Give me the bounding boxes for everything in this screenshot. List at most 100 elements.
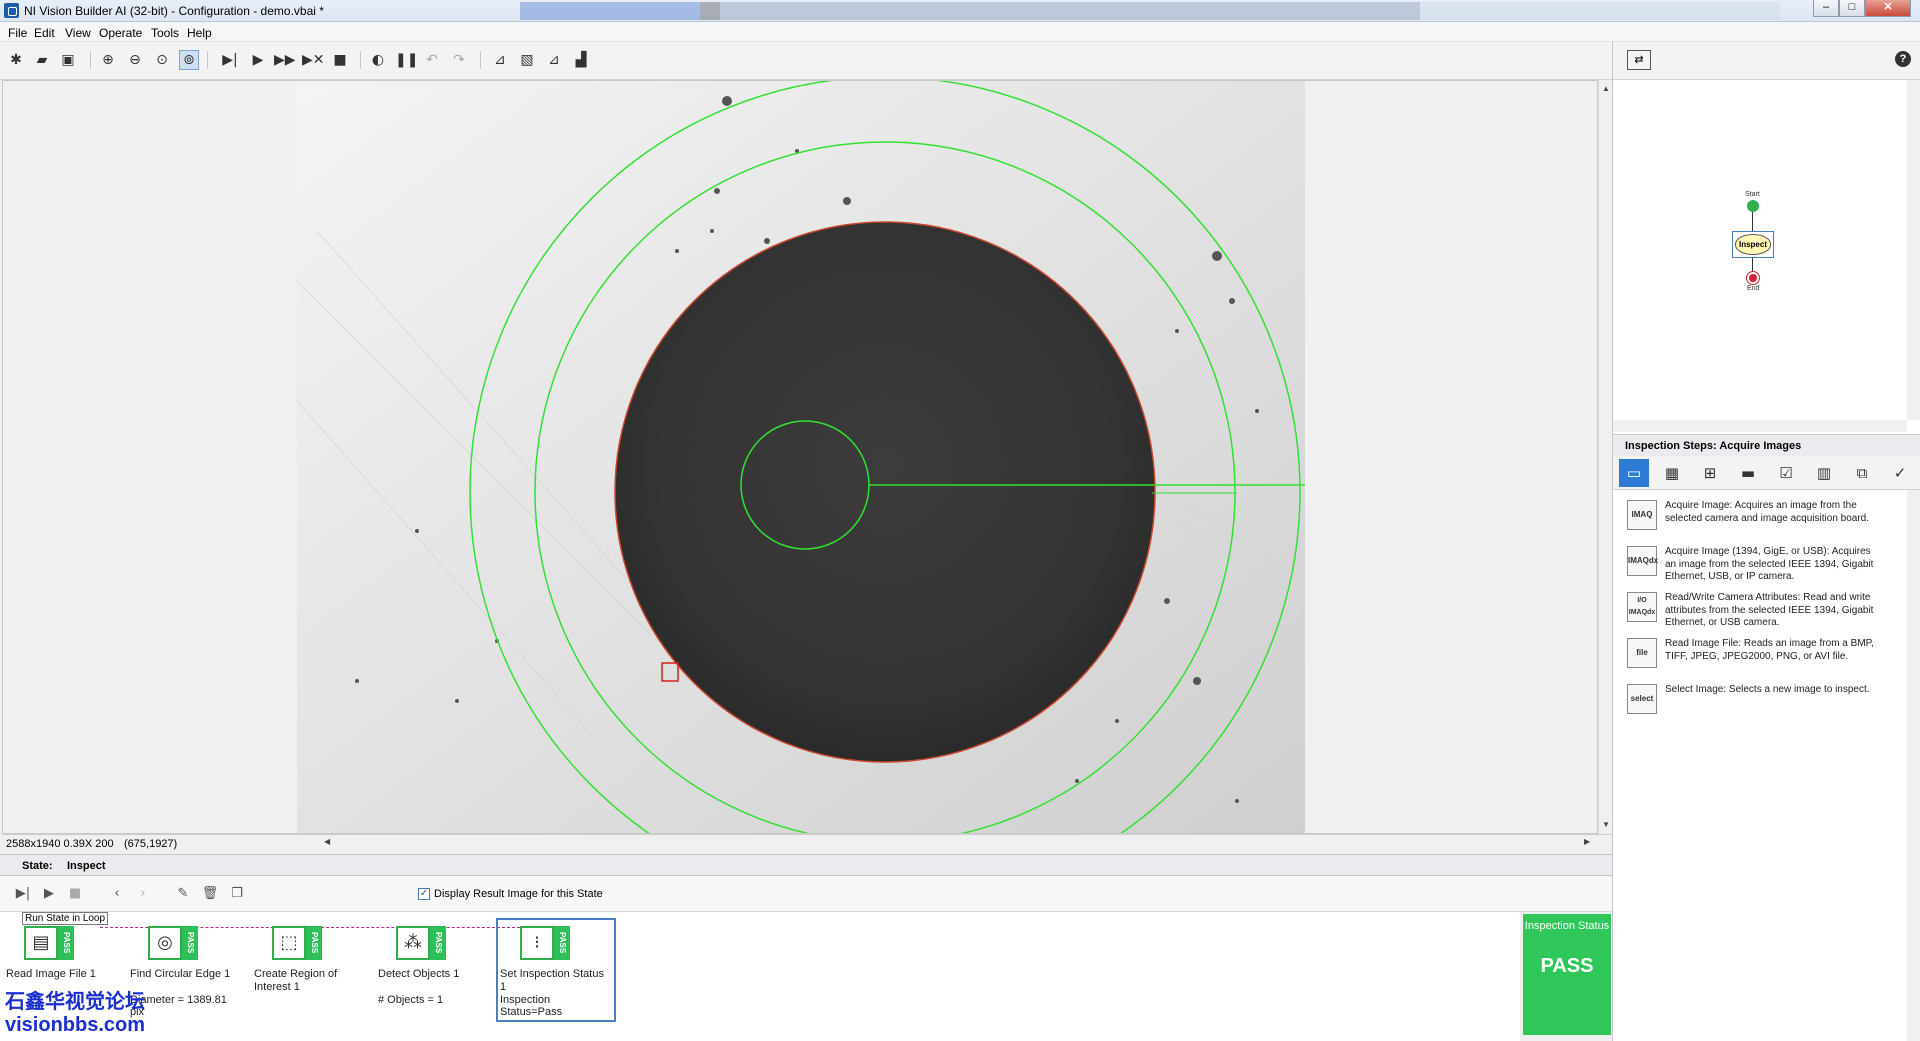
step-description: Acquire Image: Acquires an image from th… [1665,500,1870,524]
inspection-steps-header: Inspection Steps: Acquire Images [1613,434,1920,456]
flow-horizontal-scrollbar[interactable] [1613,420,1907,432]
file-icon: file [1627,638,1657,668]
pass-badge: PASS [306,926,322,960]
delete-step-icon[interactable]: 🗑 [201,885,219,903]
run-state-loop-icon[interactable]: ▶| [14,885,32,903]
step-name: Create Region of Interest 1 [254,968,338,993]
run-once-icon[interactable]: ▶| [220,50,240,70]
io-imaqdx-icon: I/O IMAQdx [1627,592,1657,622]
menu-operate[interactable]: Operate [99,26,142,40]
step-description: Read/Write Camera Attributes: Read and w… [1665,592,1874,628]
state-label: State: [22,860,53,872]
step-description: Acquire Image (1394, GigE, or USB): Acqu… [1665,546,1874,582]
layout-icon[interactable]: ▟ [571,50,591,70]
save-icon[interactable]: ▣ [58,50,78,70]
watermark-chinese: 石鑫华视觉论坛 [5,989,145,1013]
run-loop-icon[interactable]: ▶▶ [274,50,296,70]
flow-inspect-label: Inspect [1735,234,1771,255]
next-step-icon[interactable]: › [134,885,152,903]
undo-icon[interactable]: ↶ [422,50,442,70]
dark-disk [614,221,1156,763]
flow-inspect-node[interactable]: Inspect [1732,231,1774,258]
help-icon[interactable]: ? [1895,51,1911,67]
zoom-actual-icon[interactable]: ⊚ [179,50,199,70]
pass-badge: PASS [182,926,198,960]
inspection-step-strip: Run State in Loop ▤ PASS Read Image File… [0,912,1520,1041]
step-category-tabs: ▭ ▦ ⊞ ▬ ☑ ▥ ⧉ ✓ [1613,456,1920,490]
image-tools-icon[interactable]: ⊿ [490,50,510,70]
image-info: 2588x1940 0.39X 200 [6,838,114,850]
step-description: Select Image: Selects a new image to ins… [1665,684,1870,695]
state-name: Inspect [67,860,106,872]
enhance-images-icon[interactable]: ▦ [1657,459,1687,487]
title-bar: NI Vision Builder AI (32-bit) - Configur… [0,0,1920,22]
step-name: Detect Objects 1 [378,968,460,980]
redo-icon[interactable]: ↷ [449,50,469,70]
inspection-steps-title: Inspection Steps: Acquire Images [1625,440,1802,452]
scroll-up-icon[interactable]: ▲ [1602,84,1610,93]
zoom-in-icon[interactable]: ⊕ [98,50,118,70]
display-result-checkbox[interactable]: ✓ [418,888,430,900]
stop-state-icon[interactable]: ■ [66,885,84,903]
new-icon[interactable]: ✱ [6,50,26,70]
acquire-images-icon[interactable]: ▭ [1619,459,1649,487]
minimize-button[interactable]: – [1813,0,1839,17]
run-icon[interactable]: ▶ [248,50,268,70]
check-presence-icon[interactable]: ☑ [1771,459,1801,487]
inspection-image-svg [297,81,1305,833]
step-result: Diameter = 1389.81 pix [130,994,227,1018]
run-state-icon[interactable]: ▶ [40,885,58,903]
flow-start-label: Start [1745,191,1760,198]
menu-file[interactable]: File [8,26,27,40]
step-set-inspection-status[interactable]: ⁝ PASS Set Inspection Status 1 Inspectio… [496,918,616,1022]
viewer-horizontal-scrollbar[interactable]: ◀ ▶ [320,835,1596,850]
flow-vertical-scrollbar[interactable] [1907,80,1920,420]
step-description: Read Image File: Reads an image from a B… [1665,638,1874,662]
zoom-out-icon[interactable]: ⊖ [125,50,145,70]
open-icon[interactable]: ▰ [32,50,52,70]
scroll-left-icon[interactable]: ◀ [324,837,330,846]
step-icon[interactable]: ▶✕ [302,50,325,70]
menu-tools[interactable]: Tools [151,26,179,40]
inspection-status-value: PASS [1540,955,1594,977]
state-diagram[interactable]: Start Inspect End [1613,80,1907,420]
traffic-light-icon: ⁝ [520,926,554,960]
steps-vertical-scrollbar[interactable] [1907,490,1920,1041]
pass-badge: PASS [58,926,74,960]
viewer-vertical-scrollbar[interactable]: ▲ ▼ [1598,80,1612,834]
step-create-roi[interactable]: ⬚ PASS Create Region of Interest 1 [248,918,368,1022]
right-panel: ⇄ ? Start Inspect End Inspection Steps: … [1612,42,1920,1041]
step-name: Read Image File 1 [6,968,96,980]
inspection-status-label: Inspection Status [1524,920,1610,932]
edit-step-icon[interactable]: ✎ [174,885,192,903]
image-icon[interactable]: ▧ [517,50,537,70]
copy-step-icon[interactable]: ❐ [228,885,246,903]
stop-icon[interactable]: ■ [330,50,350,70]
use-additional-tools-icon[interactable]: ✓ [1885,459,1915,487]
flow-start-node[interactable] [1747,200,1759,212]
close-button[interactable]: ✕ [1865,0,1911,17]
zoom-fit-icon[interactable]: ⊙ [152,50,172,70]
menu-help[interactable]: Help [187,26,212,40]
cursor-position: (675,1927) [124,838,178,850]
state-diagram-icon[interactable]: ⇄ [1627,50,1651,70]
measure-features-icon[interactable]: ▬ [1733,459,1763,487]
maximize-button[interactable]: □ [1839,0,1865,17]
scroll-right-icon[interactable]: ▶ [1584,837,1590,846]
menu-view[interactable]: View [65,26,91,40]
flow-end-label: End [1747,285,1760,292]
flow-end-node[interactable] [1747,272,1759,284]
step-result: # Objects = 1 [378,994,444,1006]
locate-features-icon[interactable]: ⊞ [1695,459,1725,487]
scroll-down-icon[interactable]: ▼ [1602,820,1610,829]
inspection-image[interactable] [297,81,1305,833]
menu-edit[interactable]: Edit [34,26,55,40]
breakpoint-icon[interactable]: ◐ [368,50,388,70]
step-detect-objects[interactable]: ⁂ PASS Detect Objects 1 # Objects = 1 [372,918,492,1022]
image-viewer[interactable] [2,80,1598,834]
identify-parts-icon[interactable]: ▥ [1809,459,1839,487]
image-settings-icon[interactable]: ⊿ [544,50,564,70]
communicate-icon[interactable]: ⧉ [1847,459,1877,487]
pause-icon[interactable]: ❚❚ [395,50,418,70]
previous-step-icon[interactable]: ‹ [108,885,126,903]
